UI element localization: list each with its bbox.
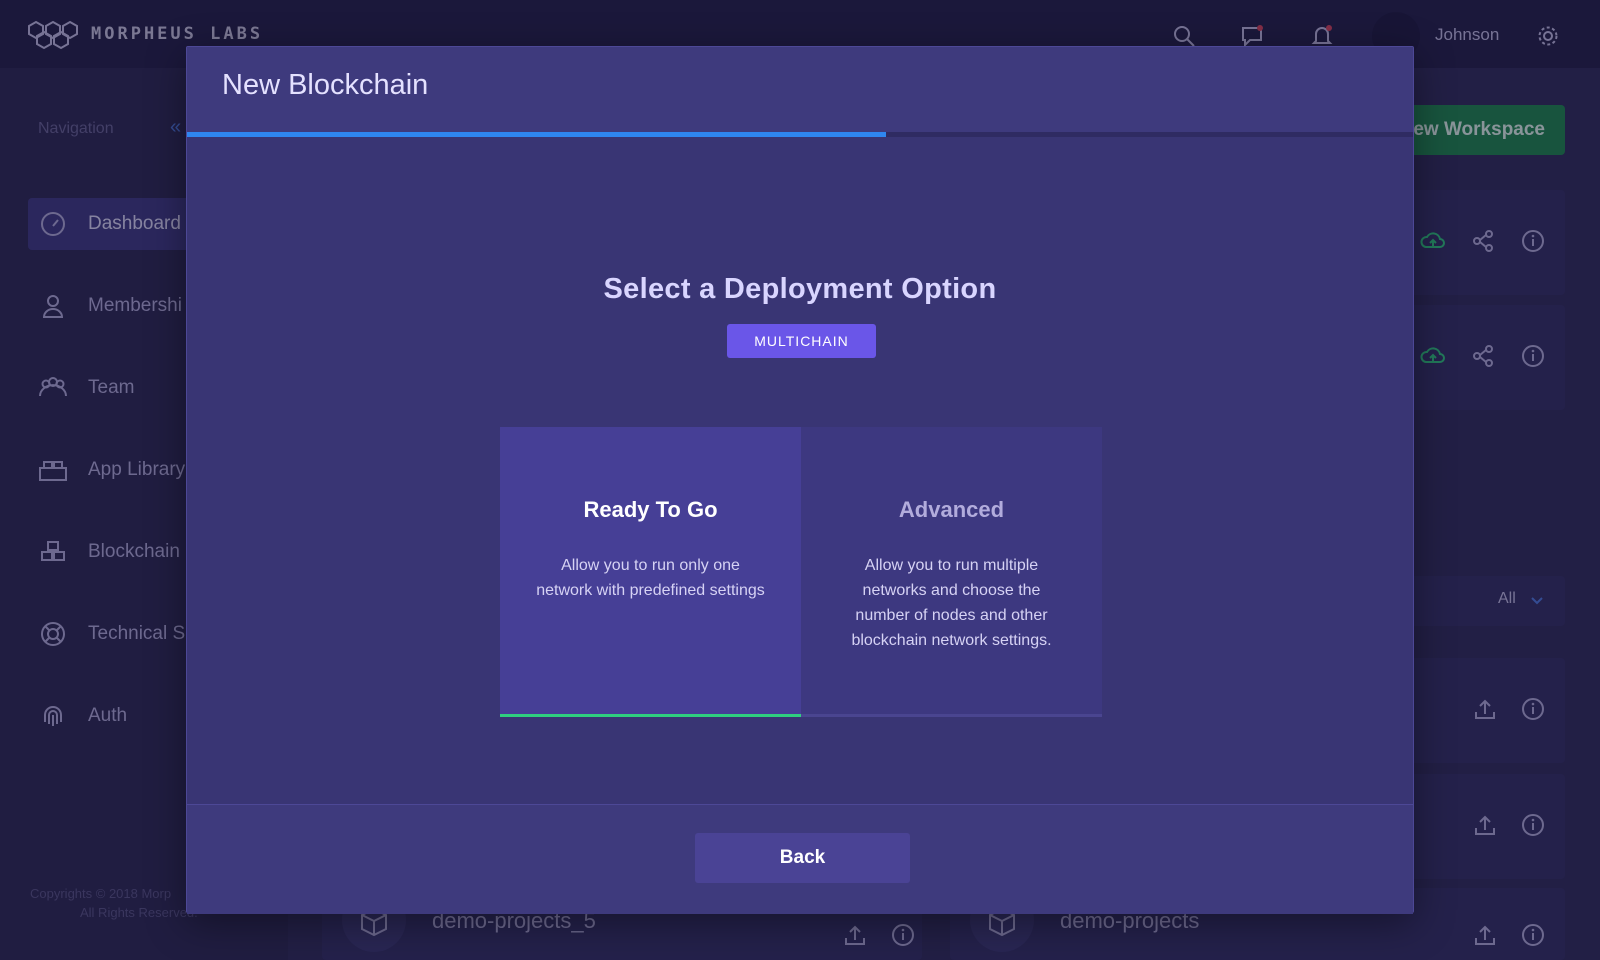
modal-header: New Blockchain	[187, 47, 1413, 132]
option-title: Ready To Go	[583, 497, 718, 522]
option-ready-to-go[interactable]: Ready To Go Allow you to run only one ne…	[500, 427, 801, 717]
option-description: Allow you to run only one network with p…	[536, 557, 765, 599]
multichain-badge[interactable]: MULTICHAIN	[727, 324, 876, 358]
option-description: Allow you to run multiple networks and c…	[851, 557, 1052, 649]
modal-body: Select a Deployment Option MULTICHAIN Re…	[187, 137, 1413, 804]
option-advanced[interactable]: Advanced Allow you to run multiple netwo…	[801, 427, 1102, 717]
new-blockchain-modal: New Blockchain Select a Deployment Optio…	[186, 46, 1414, 914]
modal-title: New Blockchain	[222, 69, 429, 101]
back-button[interactable]: Back	[695, 833, 910, 883]
option-title: Advanced	[898, 497, 1005, 522]
modal-footer: Back	[187, 804, 1413, 914]
section-title: Select a Deployment Option	[603, 273, 997, 305]
